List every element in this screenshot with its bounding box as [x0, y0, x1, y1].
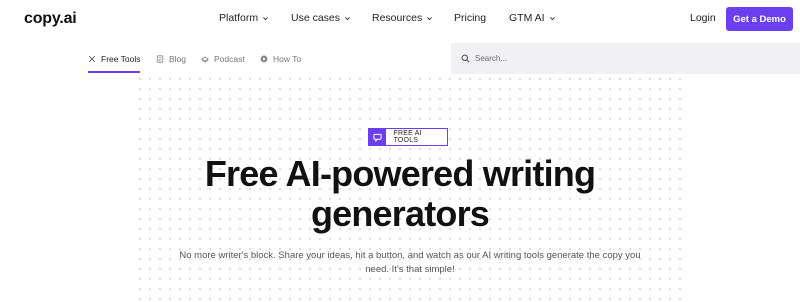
tab-blog[interactable]: Blog	[156, 43, 186, 74]
tab-podcast[interactable]: Podcast	[201, 43, 245, 74]
chevron-down-icon	[549, 16, 555, 20]
nav-item-label: Resources	[372, 12, 423, 24]
page-title: Free AI-powered writing generators	[150, 154, 650, 234]
title-line-1: Free AI-powered writing	[204, 153, 596, 194]
chevron-down-icon	[345, 16, 350, 20]
description-line-1: No more writer's block. Share your ideas…	[179, 250, 641, 261]
title-line-2: generators	[310, 193, 490, 234]
blog-icon	[156, 54, 164, 63]
chevron-down-icon	[263, 16, 269, 20]
top-navigation: copy.ai Platform Use cases Resources Pri…	[0, 0, 800, 38]
tab-how-to[interactable]: How To	[260, 43, 301, 74]
search-input[interactable]	[475, 50, 775, 66]
nav-item-label: GTM AI	[509, 12, 545, 24]
tab-label: Blog	[169, 53, 187, 64]
description-line-2: need. It's that simple!	[365, 263, 455, 275]
chat-icon	[369, 129, 386, 145]
hero-description: No more writer's block. Share your ideas…	[175, 249, 645, 276]
tools-icon	[88, 55, 96, 62]
tab-label: How To	[273, 53, 302, 64]
nav-item-platform[interactable]: Platform	[219, 12, 269, 24]
login-link[interactable]: Login	[690, 12, 716, 24]
how-to-icon	[260, 55, 268, 62]
nav-item-label: Pricing	[454, 12, 487, 24]
nav-item-pricing[interactable]: Pricing	[454, 12, 486, 24]
free-ai-tools-badge: FREE AI TOOLS	[368, 128, 448, 146]
nav-item-label: Use cases	[291, 12, 341, 24]
get-a-demo-button[interactable]: Get a Demo	[726, 7, 793, 31]
nav-item-use-cases[interactable]: Use cases	[291, 12, 351, 24]
copyai-logo[interactable]: copy.ai	[24, 10, 77, 28]
badge-label: FREE AI TOOLS	[393, 130, 422, 144]
nav-item-label: Platform	[219, 12, 259, 24]
active-tab-indicator	[88, 71, 140, 73]
nav-item-gtm-ai[interactable]: GTM AI	[509, 12, 556, 24]
nav-item-resources[interactable]: Resources	[372, 12, 433, 24]
podcast-icon	[201, 56, 209, 63]
tab-label: Podcast	[214, 53, 245, 64]
search-icon	[461, 54, 470, 63]
tab-free-tools[interactable]: Free Tools	[88, 43, 141, 74]
tab-label: Free Tools	[101, 53, 141, 64]
chevron-down-icon	[427, 16, 433, 20]
